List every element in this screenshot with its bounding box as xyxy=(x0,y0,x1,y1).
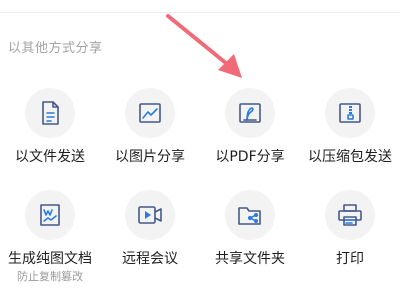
share-item-sublabel: 防止复制篡改 xyxy=(17,270,83,283)
shared-folder-icon xyxy=(225,190,275,240)
remote-meeting-button[interactable]: 远程会议 xyxy=(100,190,200,270)
image-doc-icon xyxy=(25,190,75,240)
share-item-label: 以压缩包发送 xyxy=(308,149,392,165)
share-item-label: 打印 xyxy=(336,251,364,267)
printer-icon xyxy=(325,190,375,240)
top-divider xyxy=(0,12,400,13)
print-button[interactable]: 打印 xyxy=(300,190,400,270)
generate-image-document-button[interactable]: 生成纯图文档 防止复制篡改 xyxy=(0,190,100,283)
share-as-pdf-button[interactable]: 以PDF分享 xyxy=(200,88,300,168)
annotation-arrow-icon xyxy=(166,14,242,78)
pdf-icon xyxy=(225,88,275,138)
document-icon xyxy=(25,88,75,138)
image-icon xyxy=(125,88,175,138)
video-meeting-icon xyxy=(125,190,175,240)
shared-folder-button[interactable]: 共享文件夹 xyxy=(200,190,300,270)
section-title: 以其他方式分享 xyxy=(8,41,103,56)
share-as-file-button[interactable]: 以文件发送 xyxy=(0,88,100,168)
share-as-zip-button[interactable]: 以压缩包发送 xyxy=(300,88,400,168)
share-as-image-button[interactable]: 以图片分享 xyxy=(100,88,200,168)
zip-icon xyxy=(325,88,375,138)
